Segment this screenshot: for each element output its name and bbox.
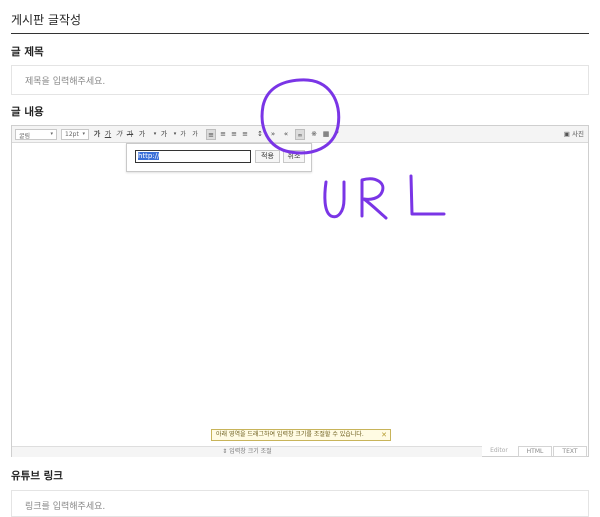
italic-button[interactable]: 가 (114, 129, 124, 140)
tab-text[interactable]: TEXT (553, 446, 587, 457)
subscript-button[interactable]: 가 (190, 129, 200, 140)
superscript-button[interactable]: 가 (178, 129, 188, 140)
link-icon[interactable]: ∞ (295, 129, 305, 140)
font-family-value: 굴림 (19, 133, 31, 140)
resize-arrow-icon: ⇕ (222, 448, 228, 455)
chevron-down-icon: ▾ (50, 131, 53, 137)
background-color-button[interactable]: 가 (159, 129, 169, 140)
font-size-value: 12pt (65, 131, 79, 138)
bold-button[interactable]: 가 (92, 129, 102, 140)
quote-button[interactable]: » (268, 129, 278, 140)
outdent-button[interactable]: « (281, 129, 291, 140)
table-icon[interactable]: ▦ (321, 129, 331, 140)
resize-label: 입력창 크기 조절 (229, 448, 272, 455)
editor-toolbar: 굴림 ▾ 12pt ▾ 가 가 가 가 가 ▾ 가 ▾ 가 가 ≡ ≡ ≡ ≡ … (12, 126, 588, 143)
editor-content-area[interactable] (12, 144, 588, 444)
spellcheck-icon[interactable]: ✓ (332, 129, 342, 140)
photo-button[interactable]: ▣ 사진 (564, 129, 584, 140)
align-right-button[interactable]: ≡ (229, 129, 239, 140)
text-color-button[interactable]: 가 (137, 129, 147, 140)
align-left-button[interactable]: ≡ (206, 129, 216, 140)
title-field-label: 글 제목 (11, 46, 44, 58)
title-divider (11, 33, 589, 34)
youtube-field-label: 유튜브 링크 (11, 470, 63, 482)
close-icon[interactable]: ✕ (381, 430, 387, 440)
title-input[interactable]: 제목을 입력해주세요. (11, 65, 589, 95)
tab-editor[interactable]: Editor (482, 446, 516, 457)
resize-tooltip: 아래 영역을 드래그하여 입력창 크기를 조절할 수 있습니다. ✕ (211, 429, 391, 441)
line-height-button[interactable]: ↕ (255, 129, 265, 140)
resize-handle[interactable]: ⇕ 입력창 크기 조절 (12, 446, 482, 457)
strikethrough-button[interactable]: 가 (125, 129, 135, 140)
align-justify-button[interactable]: ≡ (240, 129, 250, 140)
font-family-select[interactable]: 굴림 ▾ (15, 129, 57, 140)
special-char-button[interactable]: ※ (309, 129, 319, 140)
resize-tip-text: 아래 영역을 드래그하여 입력창 크기를 조절할 수 있습니다. (216, 431, 364, 438)
rich-text-editor: 굴림 ▾ 12pt ▾ 가 가 가 가 가 ▾ 가 ▾ 가 가 ≡ ≡ ≡ ≡ … (11, 125, 589, 457)
photo-label: 사진 (572, 130, 584, 138)
font-size-select[interactable]: 12pt ▾ (61, 129, 89, 140)
underline-button[interactable]: 가 (103, 129, 113, 140)
page-title: 게시판 글작성 (11, 13, 82, 27)
image-icon: ▣ (563, 130, 570, 138)
content-field-label: 글 내용 (11, 106, 44, 118)
chevron-down-icon: ▾ (82, 131, 85, 137)
align-center-button[interactable]: ≡ (218, 129, 228, 140)
tab-html[interactable]: HTML (518, 446, 552, 457)
youtube-link-input[interactable]: 링크를 입력해주세요. (11, 490, 589, 517)
